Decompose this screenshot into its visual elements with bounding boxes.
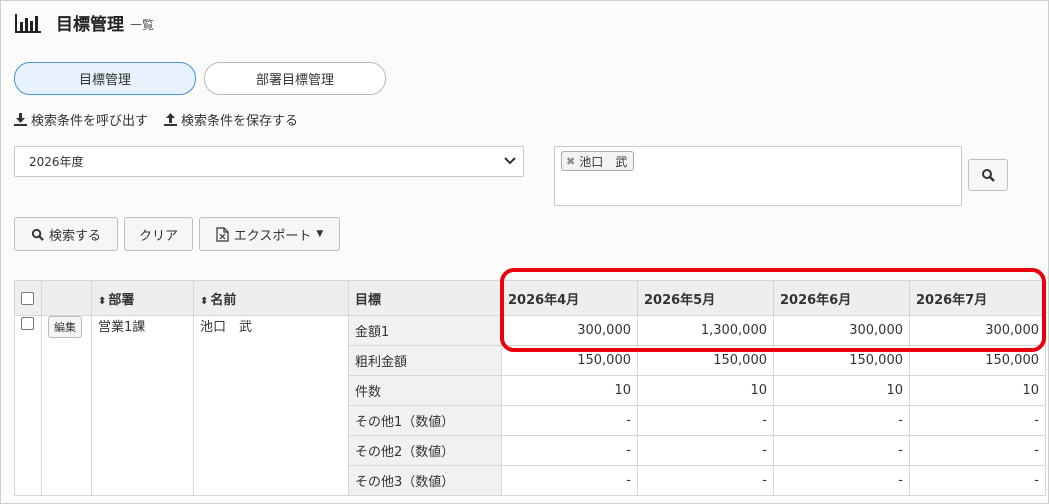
value-cell: - — [637, 405, 774, 436]
value-cell: 300,000 — [501, 315, 638, 346]
row-edit-cell: 編集 — [41, 315, 92, 496]
name-cell: 池口 武 — [193, 315, 349, 496]
value-cell: - — [501, 435, 638, 466]
value-cell: 1,300,000 — [637, 315, 774, 346]
upload-icon — [164, 113, 178, 126]
search-condition-links: 検索条件を呼び出す 検索条件を保存する — [14, 110, 298, 129]
sort-icon: ⬍ — [200, 295, 209, 307]
search-icon — [31, 228, 44, 241]
tab-department-goal-management[interactable]: 部署目標管理 — [204, 62, 386, 95]
value-cell: - — [909, 405, 1046, 436]
remove-tag-icon[interactable]: ✖ — [566, 155, 575, 168]
chevron-down-icon — [504, 157, 516, 165]
value-cell: - — [773, 405, 910, 436]
tab-bar: 目標管理 部署目標管理 — [14, 62, 386, 95]
value-cell: - — [909, 435, 1046, 466]
goal-cell: その他3（数値） — [348, 465, 502, 496]
member-tag: ✖ 池口 武 — [561, 151, 635, 171]
header-department[interactable]: ⬍ 部署 — [91, 280, 194, 316]
value-cell: 150,000 — [773, 345, 910, 376]
value-cell: - — [637, 465, 774, 496]
value-cell: - — [501, 405, 638, 436]
value-cell: 150,000 — [909, 345, 1046, 376]
excel-file-icon — [216, 226, 229, 242]
page-title: 目標管理 — [56, 15, 124, 35]
select-all-checkbox[interactable] — [21, 291, 34, 305]
value-cell: 150,000 — [501, 345, 638, 376]
value-cell: - — [501, 465, 638, 496]
value-cell: 10 — [637, 375, 774, 406]
search-button-label: 検索する — [48, 228, 101, 244]
member-search-button[interactable] — [968, 159, 1008, 191]
row-checkbox[interactable] — [21, 317, 34, 330]
page-header: 目標管理 一覧 — [14, 10, 154, 35]
value-cell: - — [637, 435, 774, 466]
header-month-3: 2026年6月 — [773, 280, 910, 316]
export-button-label: エクスポート — [233, 228, 312, 244]
value-cell: 10 — [501, 375, 638, 406]
header-select-cell — [14, 280, 42, 316]
export-button[interactable]: エクスポート ▼ — [199, 217, 340, 251]
department-cell: 営業1課 — [91, 315, 194, 496]
clear-button[interactable]: クリア — [124, 217, 193, 251]
value-cell: 300,000 — [773, 315, 910, 346]
value-cell: - — [773, 435, 910, 466]
header-goal: 目標 — [348, 280, 502, 316]
search-icon — [982, 169, 995, 182]
header-edit-cell — [41, 280, 92, 316]
goal-cell: 件数 — [348, 375, 502, 406]
value-cell: - — [773, 465, 910, 496]
header-month-1: 2026年4月 — [501, 280, 638, 316]
goal-cell: その他1（数値） — [348, 405, 502, 436]
goal-cell: 粗利金額 — [348, 345, 502, 376]
edit-button[interactable]: 編集 — [48, 316, 82, 338]
header-month-2: 2026年5月 — [637, 280, 774, 316]
page-subtitle: 一覧 — [130, 18, 155, 32]
member-tag-label: 池口 武 — [579, 154, 628, 169]
download-icon — [14, 113, 27, 126]
value-cell: 150,000 — [637, 345, 774, 376]
value-cell: - — [909, 465, 1046, 496]
goal-cell: その他2（数値） — [348, 435, 502, 466]
value-cell: 300,000 — [909, 315, 1046, 346]
value-cell: 10 — [773, 375, 910, 406]
bar-chart-icon — [14, 12, 42, 34]
table-row: 編集 営業1課 池口 武 金額1 300,000 1,300,000 300,0… — [14, 315, 1046, 496]
goal-table: ⬍ 部署 ⬍ 名前 目標 2026年4月 2026年5月 2026年6月 2026年… — [14, 280, 1046, 496]
header-month-4: 2026年7月 — [909, 280, 1046, 316]
search-button[interactable]: 検索する — [14, 217, 118, 251]
row-select-cell — [14, 315, 42, 496]
tab-goal-management[interactable]: 目標管理 — [14, 62, 196, 95]
value-cell: 10 — [909, 375, 1046, 406]
save-search-conditions-link[interactable]: 検索条件を保存する — [164, 110, 298, 129]
save-search-conditions-label: 検索条件を保存する — [181, 114, 299, 129]
load-search-conditions-label: 検索条件を呼び出す — [31, 114, 149, 129]
sort-icon: ⬍ — [98, 295, 107, 307]
table-header-row: ⬍ 部署 ⬍ 名前 目標 2026年4月 2026年5月 2026年6月 2026年… — [14, 280, 1046, 316]
fiscal-year-select[interactable]: 2026年度 — [14, 146, 524, 177]
caret-down-icon: ▼ — [316, 229, 324, 239]
header-name[interactable]: ⬍ 名前 — [193, 280, 349, 316]
goal-cell: 金額1 — [348, 315, 502, 346]
member-select-box[interactable]: ✖ 池口 武 — [554, 146, 962, 206]
load-search-conditions-link[interactable]: 検索条件を呼び出す — [14, 110, 148, 129]
fiscal-year-value: 2026年度 — [29, 155, 84, 169]
